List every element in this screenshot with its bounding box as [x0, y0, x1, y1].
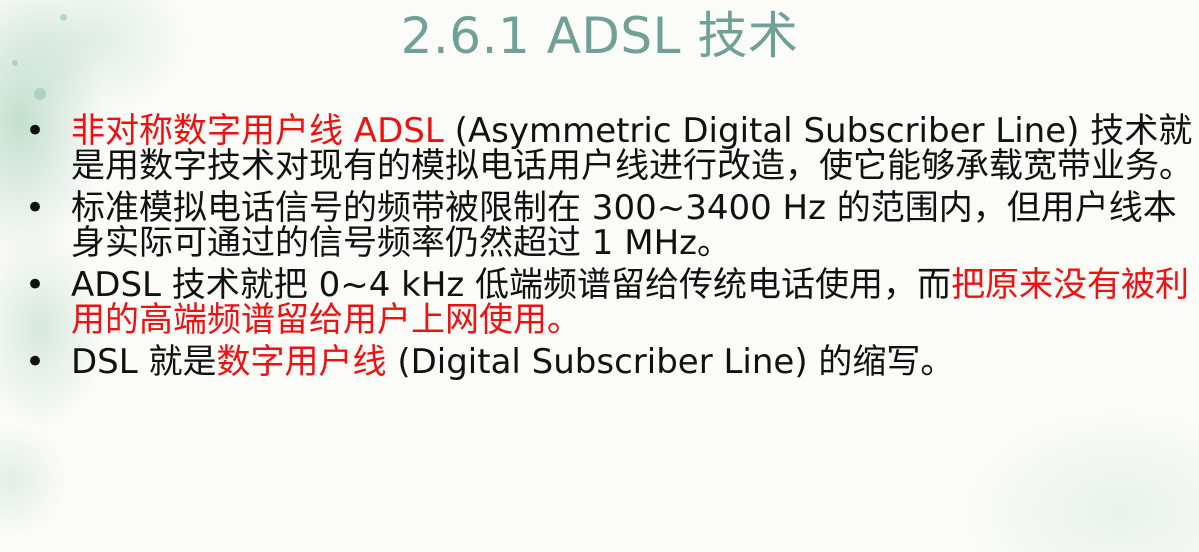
bullet-item: ADSL 技术就把 0~4 kHz 低端频谱留给传统电话使用，而把原来没有被利用… — [20, 268, 1195, 338]
slide-title: 2.6.1 ADSL 技术 — [400, 7, 799, 65]
bullet-text: (Digital Subscriber Line) 的缩写。 — [386, 342, 955, 382]
bullet-text-highlight: 数字用户线 — [216, 342, 387, 382]
bullet-item: 标准模拟电话信号的频带被限制在 300~3400 Hz 的范围内，但用户线本身实… — [20, 191, 1195, 261]
bullet-item: 非对称数字用户线 ADSL (Asymmetric Digital Subscr… — [20, 114, 1195, 184]
decorative-dot — [34, 88, 46, 100]
bullet-list: 非对称数字用户线 ADSL (Asymmetric Digital Subscr… — [20, 114, 1195, 387]
bullet-text: ADSL 技术就把 0~4 kHz 低端频谱留给传统电话使用，而 — [71, 265, 952, 305]
bullet-text-highlight: 非对称数字用户线 ADSL — [71, 111, 444, 151]
bullet-text: DSL 就是 — [71, 342, 217, 382]
bullet-text: 标准模拟电话信号的频带被限制在 300~3400 Hz 的范围内，但用户线本身实… — [71, 188, 1177, 263]
bullet-item: DSL 就是数字用户线 (Digital Subscriber Line) 的缩… — [20, 342, 1195, 382]
